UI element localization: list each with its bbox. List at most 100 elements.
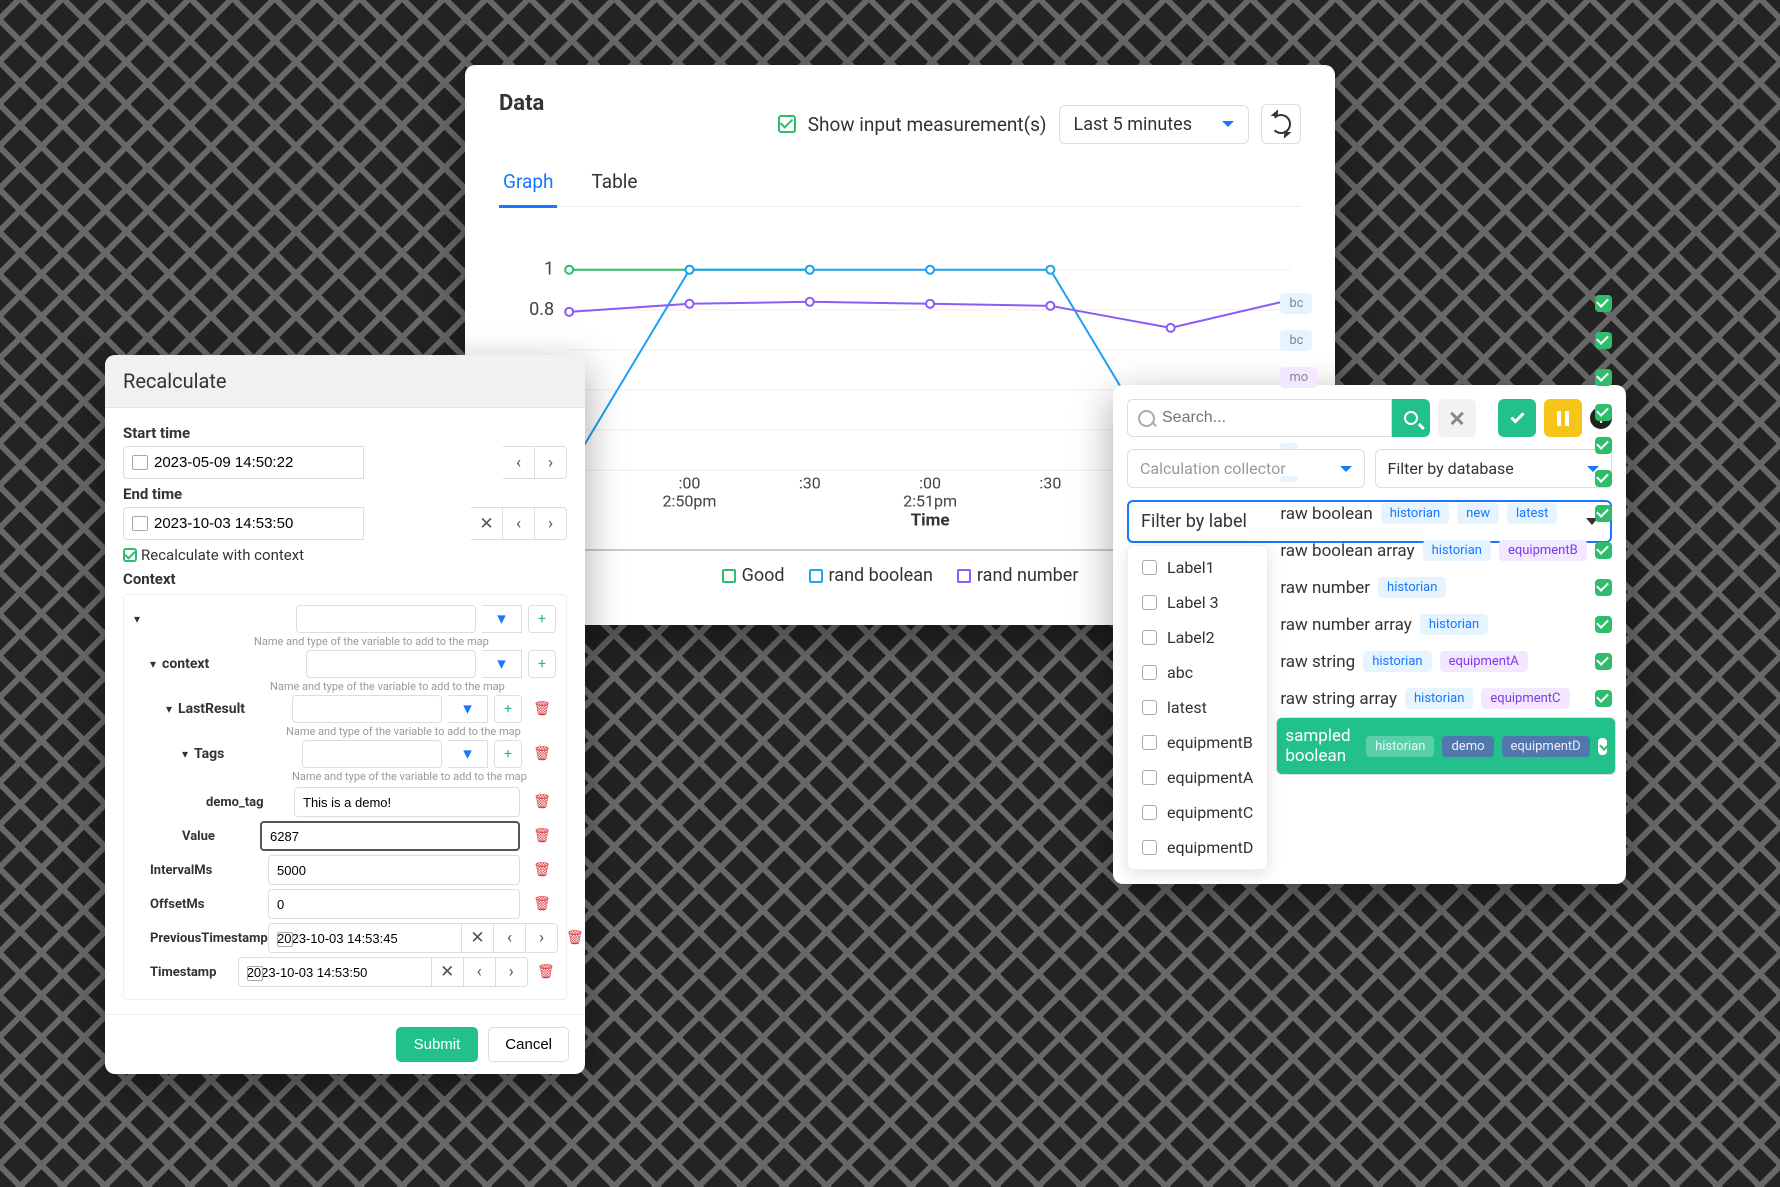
context-tree: ▾ ▾+ Name and type of the variable to ad… [123,594,567,1000]
intervalms-input[interactable] [268,855,520,885]
result-row[interactable]: raw booleanhistoriannewlatest [1276,495,1616,532]
caret-icon[interactable]: ▾ [134,612,140,626]
end-clear-button[interactable]: ✕ [471,507,503,540]
filter-panel: ! Calculation collector Filter by databa… [1113,385,1626,884]
check-icon [1595,332,1612,349]
show-input-label: Show input measurement(s) [808,113,1047,136]
checkbox-icon [1142,805,1157,820]
result-row[interactable]: bc [1276,285,1616,322]
svg-text:1: 1 [544,259,554,280]
checkbox-icon [1142,770,1157,785]
chevron-down-icon [1222,121,1234,127]
dropdown-item[interactable]: equipmentC [1128,795,1267,830]
refresh-button[interactable] [1261,104,1301,144]
results-list: bcbcmoraw booleanhistoriannewlatestraw b… [1268,285,1616,775]
result-row[interactable]: raw number arrayhistorian [1276,606,1616,643]
result-row[interactable]: raw numberhistorian [1276,569,1616,606]
end-time-input[interactable] [123,507,364,540]
search-button[interactable] [1392,399,1430,437]
result-row[interactable]: bc [1276,322,1616,359]
cancel-button[interactable]: Cancel [488,1027,569,1062]
checkbox-icon [1142,630,1157,645]
checkbox-show-input[interactable] [778,115,796,133]
checkbox-icon [1142,735,1157,750]
context-label: Context [123,570,567,588]
value-input[interactable] [260,821,520,851]
result-row[interactable]: raw boolean arrayhistorianequipmentB [1276,532,1616,569]
end-prev-button[interactable]: ‹ [503,507,535,540]
legend-rand-boolean[interactable]: rand boolean [809,565,933,586]
check-icon [1595,505,1612,522]
dropdown-item[interactable]: equipmentB [1128,725,1267,760]
search-input[interactable] [1127,399,1392,437]
svg-text:2:50pm: 2:50pm [662,491,716,510]
check-icon [1595,369,1612,386]
tab-graph[interactable]: Graph [499,170,557,208]
ts-input[interactable] [238,957,432,987]
svg-text::30: :30 [1039,473,1061,492]
svg-text:0.8: 0.8 [529,299,554,320]
tabs: Graph Table [499,170,1301,207]
start-next-button[interactable]: › [535,446,567,479]
search-wrap [1127,399,1430,437]
check-icon [1595,653,1612,670]
dropdown-item[interactable]: Label1 [1128,550,1267,585]
context-name-input[interactable] [306,650,476,678]
recalc-with-context[interactable]: Recalculate with context [123,546,567,564]
demo-tag-input[interactable] [294,787,520,817]
check-icon [1595,542,1612,559]
dropdown-item[interactable]: Label2 [1128,620,1267,655]
check-icon [1598,738,1608,755]
legend-good[interactable]: Good [722,565,785,586]
legend-rand-number[interactable]: rand number [957,565,1079,586]
check-icon [1595,690,1612,707]
time-range-select[interactable]: Last 5 minutes [1059,105,1249,144]
root-add-button[interactable]: + [528,605,556,633]
checkbox-icon [1142,840,1157,855]
tab-table[interactable]: Table [587,170,641,206]
checkbox-icon [1142,665,1157,680]
check-icon [1595,579,1612,596]
refresh-icon [1271,114,1291,134]
checkbox-icon [1142,560,1157,575]
check-icon [1595,295,1612,312]
prevts-input[interactable] [268,923,462,953]
svg-text:2:51pm: 2:51pm [903,491,957,510]
result-row[interactable]: raw stringhistorianequipmentA [1276,643,1616,680]
data-toolbar: Show input measurement(s) Last 5 minutes [499,104,1301,144]
result-row[interactable]: sampled booleanhistoriandemoequipmentD [1276,717,1616,775]
end-time-label: End time [123,485,567,503]
start-time-input[interactable] [123,446,364,479]
start-prev-button[interactable]: ‹ [503,446,535,479]
result-row[interactable]: raw string arrayhistorianequipmentC [1276,680,1616,717]
dropdown-item[interactable]: abc [1128,655,1267,690]
check-icon [1595,616,1612,633]
result-row[interactable] [1276,462,1616,495]
svg-text:Time: Time [911,510,950,530]
search-icon [1404,411,1418,425]
dropdown-item[interactable]: latest [1128,690,1267,725]
checkbox-icon [1142,595,1157,610]
submit-button[interactable]: Submit [396,1027,479,1062]
root-name-input[interactable] [296,605,476,633]
svg-text::30: :30 [799,473,821,492]
dropdown-item[interactable]: equipmentD [1128,830,1267,865]
result-row[interactable]: mo [1276,359,1616,396]
root-type-select[interactable]: ▾ [482,605,522,633]
dropdown-item[interactable]: Label 3 [1128,585,1267,620]
context-add-button[interactable]: + [528,650,556,678]
end-next-button[interactable]: › [535,507,567,540]
offsetms-input[interactable] [268,889,520,919]
close-icon [1449,410,1465,426]
svg-text::00: :00 [919,473,941,492]
check-icon [1595,404,1612,421]
check-icon [1595,437,1612,454]
checkbox-icon [1142,700,1157,715]
label-dropdown: Label1Label 3Label2abclatestequipmentBeq… [1127,545,1268,870]
dropdown-item[interactable]: equipmentA [1128,760,1267,795]
start-time-label: Start time [123,424,567,442]
trash-icon[interactable]: 🗑 [528,695,556,723]
check-icon [1595,470,1612,487]
time-range-value: Last 5 minutes [1074,114,1192,135]
svg-text::00: :00 [679,473,701,492]
